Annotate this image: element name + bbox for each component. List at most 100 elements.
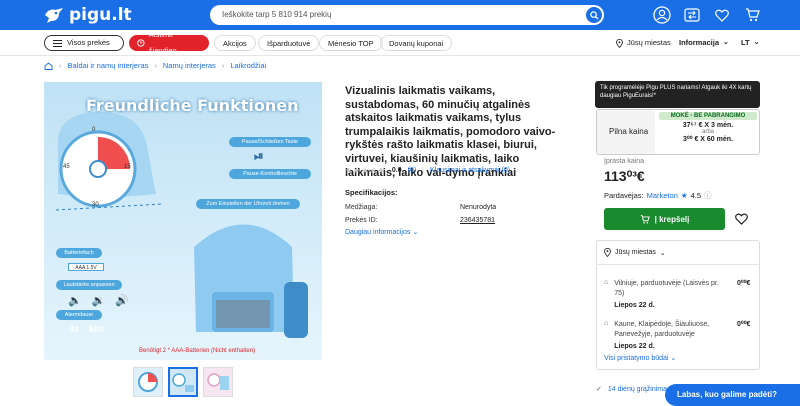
shipping-option: ⌂ Kaune, Klaipėdoje, Šiauliuose, Panevėž… — [604, 320, 750, 352]
breadcrumb-item[interactable]: Baldai ir namų interjeras — [68, 61, 149, 70]
divider — [596, 264, 760, 265]
chat-label: Labas, kuo galime padėti? — [677, 390, 778, 399]
chevron-down-icon: ⌄ — [753, 39, 760, 46]
compare-button[interactable] — [682, 5, 702, 25]
returns-label: 14 dienų grąžinimas — [607, 385, 671, 393]
installment-box[interactable]: Pilna kaina MOKĖ - BE PABRANGIMO 37⁶⁷ € … — [596, 109, 760, 155]
info-icon[interactable]: ⓘ — [704, 190, 712, 201]
search-placeholder: Ieškokite tarp 5 810 914 prekių — [222, 10, 332, 19]
pickup-today-button[interactable]: Atsiimk šiandien — [129, 30, 209, 55]
rating-row: ★★★★★ 0.0 (0) | Klausimai ir atsakymai (… — [345, 166, 510, 175]
heart-icon — [715, 9, 729, 22]
shipping-location-label: Jūsų miestas — [615, 249, 656, 256]
wishlist-button[interactable] — [712, 5, 732, 25]
city-label: Jūsų miestas — [627, 38, 671, 47]
thumbnail-selected[interactable] — [168, 367, 198, 397]
compare-icon — [684, 8, 700, 22]
gallery-headline: Freundliche Funktionen — [86, 96, 299, 115]
chevron-right-icon: › — [154, 61, 157, 70]
volume-icons: 🔈🔉🔊 — [68, 295, 140, 307]
shipping-date: Liepos 22 d. — [614, 343, 655, 350]
dial-number: 45 — [63, 164, 70, 170]
add-to-cart-button[interactable]: Į krepšelį — [604, 208, 725, 230]
add-to-cart-label: Į krepšelį — [654, 214, 690, 224]
all-categories-button[interactable]: Visos prekės — [44, 35, 124, 51]
rating-value: 0.0 — [391, 167, 402, 174]
location-pin-icon — [604, 248, 611, 257]
account-button[interactable] — [652, 5, 672, 25]
nav-link-ispardutuve[interactable]: Išparduotuvė — [258, 35, 320, 51]
seller-link[interactable]: Marketon — [647, 191, 678, 200]
bird-logo-icon — [45, 8, 63, 23]
gallery-label: 60s — [89, 324, 105, 334]
product-main-image[interactable]: Freundliche Funktionen Pause/Schließen T… — [44, 82, 322, 360]
questions-link[interactable]: Klausimai ir atsakymai (0) — [430, 167, 510, 174]
more-info-link[interactable]: Daugiau informacijos ⌄ — [345, 228, 418, 236]
more-info-label: Daugiau informacijos — [345, 229, 411, 236]
language-menu[interactable]: LT ⌄ — [741, 35, 759, 51]
returns-row[interactable]: ✓ 14 dienų grąžinimas — [596, 385, 671, 394]
language-label: LT — [741, 38, 750, 47]
main-nav: Visos prekės Atsiimk šiandien Akcijos Iš… — [0, 30, 800, 56]
shipping-place: Kaune, Klaipėdoje, Šiauliuose, Panevėžyj… — [614, 321, 710, 338]
check-icon: ✓ — [596, 386, 602, 393]
chevron-down-icon: ⌄ — [412, 229, 419, 236]
thumbnail[interactable] — [133, 367, 163, 397]
search-button[interactable] — [586, 7, 602, 23]
shipping-location[interactable]: Jūsų miestas ⌄ — [604, 248, 666, 257]
shipping-date: Liepos 22 d. — [614, 302, 655, 309]
divider: | — [422, 167, 424, 174]
thumbnail[interactable] — [203, 367, 233, 397]
gallery-label: 3s — [69, 324, 80, 334]
breadcrumb: › Baldai ir namų interjeras › Namų inter… — [44, 61, 266, 70]
breadcrumb-item[interactable]: Namų interjeras — [163, 61, 216, 70]
thumbnail-image — [204, 368, 232, 396]
nav-link-dovanu-kuponai[interactable]: Dovanų kuponai — [380, 35, 453, 51]
cart-icon — [640, 214, 650, 223]
specs-heading: Specifikacijos: — [345, 188, 398, 197]
gallery-label: Alarmdauer — [56, 310, 102, 320]
all-delivery-options-link[interactable]: Visi pristatymo būdai ⌄ — [604, 354, 676, 362]
cart-button[interactable] — [742, 5, 762, 25]
dial-number: 15 — [124, 164, 131, 170]
nav-link-menesio-top[interactable]: Mėnesio TOP — [319, 35, 383, 51]
menu-icon — [53, 39, 62, 47]
product-price: 113⁰³€ — [604, 168, 645, 184]
chevron-down-icon: ⌄ — [659, 249, 666, 257]
regular-price-label: Įprasta kaina — [604, 158, 645, 165]
thumbnail-strip — [133, 367, 233, 397]
pickup-today-label: Atsiimk šiandien — [148, 30, 177, 55]
installment-option: 37⁶⁷ € X 3 mėn. — [682, 122, 734, 129]
chat-widget-button[interactable]: Labas, kuo galime padėti? — [665, 384, 800, 406]
review-count[interactable]: (0) — [408, 167, 417, 174]
spec-key: Medžiaga: — [345, 204, 378, 211]
spec-key: Prekės ID: — [345, 217, 378, 224]
home-icon[interactable] — [44, 61, 53, 70]
chevron-down-icon: ⌄ — [670, 355, 677, 362]
shipping-price: 0⁰⁰€ — [737, 280, 751, 287]
thumbnail-image — [170, 369, 196, 395]
nav-link-akcijos[interactable]: Akcijos — [214, 35, 256, 51]
logo-text: pigu.lt — [69, 5, 132, 25]
spec-row: Prekės ID: 236435781 — [345, 217, 495, 224]
wishlist-button[interactable] — [730, 208, 752, 230]
store-icon: ⌂ — [604, 279, 609, 286]
shipping-place: Vilniuje, parduotuvėje (Laisvės pr. 75) — [614, 280, 719, 297]
pause-icon: ⏯ — [254, 149, 264, 163]
seller-row: Pardavėjas: Marketon ★ 4.5 ⓘ — [604, 190, 712, 201]
user-icon — [653, 6, 671, 24]
breadcrumb-item[interactable]: Laikrodžiai — [230, 61, 266, 70]
plus-promo-banner[interactable]: Tik programėlėje Pigu PLUS nariams! Atga… — [595, 81, 760, 108]
spec-row: Medžiaga: Nenurodyta — [345, 204, 496, 211]
gallery-label: Pause-Kontrollleuchte — [229, 169, 311, 179]
logo[interactable]: pigu.lt — [43, 5, 132, 25]
gallery-label: Zum Einstellen der Uhrzeit drehen — [196, 199, 300, 209]
search-input[interactable]: Ieškokite tarp 5 810 914 prekių — [210, 5, 604, 25]
shipping-option: ⌂ Vilniuje, parduotuvėje (Laisvės pr. 75… — [604, 279, 750, 311]
chevron-right-icon: › — [221, 61, 225, 70]
spec-value[interactable]: 236435781 — [460, 217, 495, 224]
clock-icon — [137, 39, 145, 47]
gallery-label: AAA 1.5V — [68, 263, 104, 271]
info-menu[interactable]: Informacija ⌄ — [679, 35, 729, 51]
city-selector[interactable]: Jūsų miestas — [616, 35, 671, 51]
